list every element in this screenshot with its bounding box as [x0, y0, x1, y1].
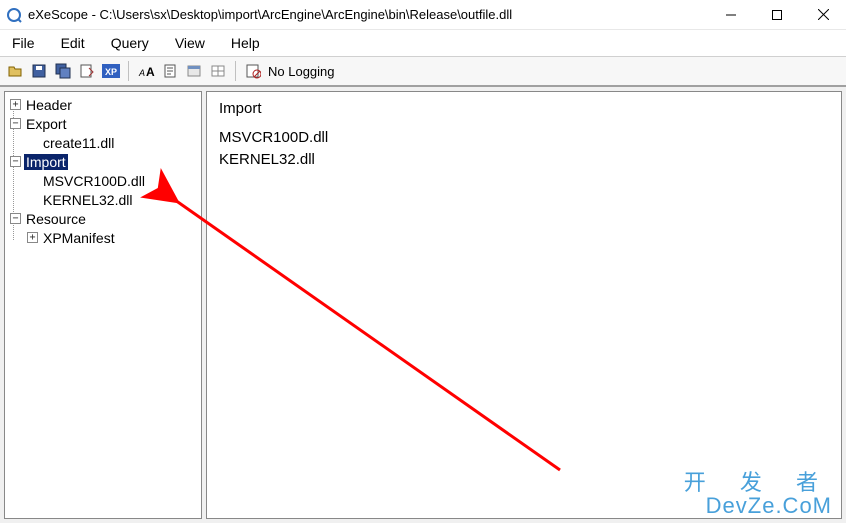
minus-icon[interactable]: − — [10, 156, 21, 167]
tree-node-import[interactable]: − Import — [8, 152, 201, 171]
tree-node-import-item[interactable]: KERNEL32.dll — [8, 190, 201, 209]
export-log-icon[interactable] — [76, 60, 98, 82]
watermark-line: 开 发 者 — [684, 471, 832, 494]
svg-text:A: A — [138, 68, 145, 78]
menu-query[interactable]: Query — [99, 31, 161, 55]
tree-node-resource-item[interactable]: + XPManifest — [8, 228, 201, 247]
titlebar: eXeScope - C:\Users\sx\Desktop\import\Ar… — [0, 0, 846, 30]
content-line[interactable]: MSVCR100D.dll — [219, 127, 829, 149]
tree-label: Import — [24, 154, 68, 170]
logging-icon[interactable] — [242, 60, 264, 82]
save-icon[interactable] — [28, 60, 50, 82]
svg-text:A: A — [146, 65, 155, 78]
maximize-button[interactable] — [754, 0, 800, 30]
toolbar: XP AA No Logging — [0, 56, 846, 86]
logging-label: No Logging — [266, 64, 335, 79]
minus-icon[interactable]: − — [10, 118, 21, 129]
tree-label: Header — [24, 97, 74, 113]
toolbar-separator — [128, 61, 129, 81]
form-icon[interactable] — [183, 60, 205, 82]
tree-label: KERNEL32.dll — [41, 192, 135, 208]
plus-icon[interactable]: + — [27, 232, 38, 243]
close-button[interactable] — [800, 0, 846, 30]
menubar: File Edit Query View Help — [0, 30, 846, 56]
tree-node-header[interactable]: + Header — [8, 95, 201, 114]
watermark-line: DevZe.CoM — [684, 494, 832, 517]
tree-label: MSVCR100D.dll — [41, 173, 147, 189]
tree-node-resource[interactable]: − Resource — [8, 209, 201, 228]
grid-icon[interactable] — [207, 60, 229, 82]
plus-icon[interactable]: + — [10, 99, 21, 110]
menu-edit[interactable]: Edit — [49, 31, 97, 55]
open-icon[interactable] — [4, 60, 26, 82]
toolbar-separator — [235, 61, 236, 81]
menu-view[interactable]: View — [163, 31, 217, 55]
content-heading: Import — [219, 100, 829, 117]
xp-icon[interactable]: XP — [100, 60, 122, 82]
menu-file[interactable]: File — [0, 31, 47, 55]
tree-pane[interactable]: + Header − Export create11.dll − Import … — [4, 91, 202, 519]
svg-text:XP: XP — [105, 67, 117, 77]
tree-label: create11.dll — [41, 135, 116, 151]
window-title: eXeScope - C:\Users\sx\Desktop\import\Ar… — [28, 7, 512, 22]
minus-icon[interactable]: − — [10, 213, 21, 224]
doc-text-icon[interactable] — [159, 60, 181, 82]
tree-label: Export — [24, 116, 68, 132]
menu-help[interactable]: Help — [219, 31, 272, 55]
minimize-button[interactable] — [708, 0, 754, 30]
save-all-icon[interactable] — [52, 60, 74, 82]
tree-label: Resource — [24, 211, 88, 227]
font-icon[interactable]: AA — [135, 60, 157, 82]
tree-label: XPManifest — [41, 230, 117, 246]
tree-node-export-item[interactable]: create11.dll — [8, 133, 201, 152]
tree-node-export[interactable]: − Export — [8, 114, 201, 133]
content-pane[interactable]: Import MSVCR100D.dll KERNEL32.dll — [206, 91, 842, 519]
content-line[interactable]: KERNEL32.dll — [219, 149, 829, 171]
main-area: + Header − Export create11.dll − Import … — [0, 86, 846, 523]
app-icon — [6, 7, 22, 23]
watermark: 开 发 者 DevZe.CoM — [684, 471, 832, 517]
tree-node-import-item[interactable]: MSVCR100D.dll — [8, 171, 201, 190]
